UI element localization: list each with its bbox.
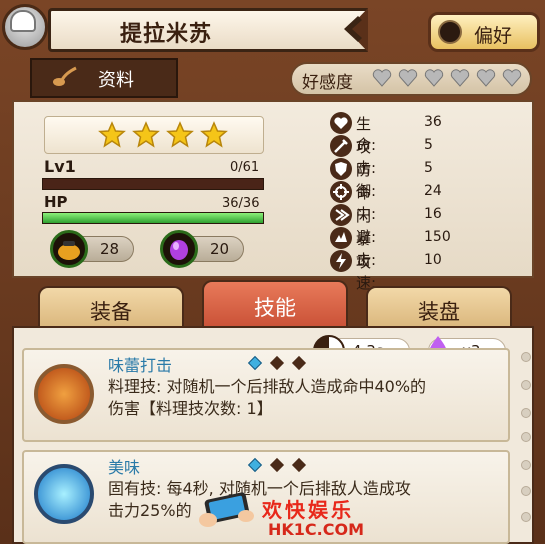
- purple-gem-icon: [160, 230, 198, 268]
- shield-icon: [330, 158, 352, 180]
- heart-icon: [424, 69, 444, 87]
- tab-plating[interactable]: 装盘: [366, 286, 512, 330]
- heart-icon: [476, 69, 496, 87]
- hp-bar-fill: [43, 213, 263, 223]
- phone-hand-icon: [199, 492, 254, 527]
- tab-label: 装盘: [418, 300, 460, 324]
- speed-icon: [330, 250, 352, 272]
- resource-value: 28: [100, 240, 120, 258]
- watermark-text: 欢快娱乐: [262, 498, 354, 522]
- favorite-dot-icon: [438, 20, 462, 44]
- heart-icon: [450, 69, 470, 87]
- stat-value: 10: [424, 252, 442, 268]
- chevron-left-icon: [344, 16, 362, 42]
- tab-label: 装备: [90, 300, 132, 324]
- stat-value: 5: [424, 137, 433, 153]
- stat-value: 5: [424, 160, 433, 176]
- scroll-dot: [521, 486, 531, 496]
- tab-skills[interactable]: 技能: [202, 280, 348, 330]
- heart-icon: [372, 69, 392, 87]
- scroll-dot: [521, 352, 531, 362]
- hp-value: 36/36: [222, 196, 260, 211]
- scroll-dot: [521, 460, 531, 470]
- skill-name: 味蕾打击: [108, 356, 173, 375]
- skill-description: 伤害【料理技次数: 1】: [108, 399, 273, 418]
- tab-label: 技能: [254, 296, 296, 320]
- watermark-url: HK1C.COM: [268, 520, 365, 539]
- favorite-label: 偏好: [474, 25, 513, 47]
- skill-description: 固有技: 每4秒, 对随机一个后排敌人造成攻: [108, 479, 411, 498]
- hp-label: HP: [44, 193, 68, 211]
- page-title: 提拉米苏: [120, 22, 213, 47]
- tab-equipment[interactable]: 装备: [38, 286, 184, 330]
- attack-icon: [330, 135, 352, 157]
- scroll-dot: [521, 512, 531, 522]
- level-label: Lv1: [44, 157, 76, 176]
- chef-hat-icon: [10, 10, 36, 32]
- star-icon: [200, 121, 228, 148]
- food-pot-icon: [50, 230, 88, 268]
- heart-icon: [398, 69, 418, 87]
- scroll-dot: [521, 408, 531, 418]
- stat-value: 24: [424, 183, 442, 199]
- star-icon: [98, 121, 126, 148]
- affection-label: 好感度: [302, 73, 353, 93]
- heart-icon: [330, 112, 352, 134]
- star-icon: [166, 121, 194, 148]
- exp-value: 0/61: [230, 160, 260, 175]
- stat-value: 36: [424, 114, 442, 130]
- ladle-icon: [53, 66, 77, 86]
- dodge-icon: [330, 204, 352, 226]
- heart-icon: [502, 69, 522, 87]
- skill-description: 击力25%的: [108, 501, 192, 520]
- exp-bar: [42, 178, 264, 190]
- flame-fork-icon: [34, 364, 94, 424]
- scroll-dot: [521, 380, 531, 390]
- crit-icon: [330, 227, 352, 249]
- scroll-dot: [521, 432, 531, 442]
- skill-name: 美味: [108, 458, 141, 477]
- crystal-icon: [34, 464, 94, 524]
- crosshair-icon: [330, 181, 352, 203]
- star-icon: [132, 121, 160, 148]
- skill-description: 料理技: 对随机一个后排敌人造成命中40%的: [108, 377, 427, 396]
- stat-value: 16: [424, 206, 442, 222]
- tab-info-label: 资料: [98, 70, 134, 91]
- resource-value: 20: [210, 240, 230, 258]
- stat-value: 150: [424, 229, 451, 245]
